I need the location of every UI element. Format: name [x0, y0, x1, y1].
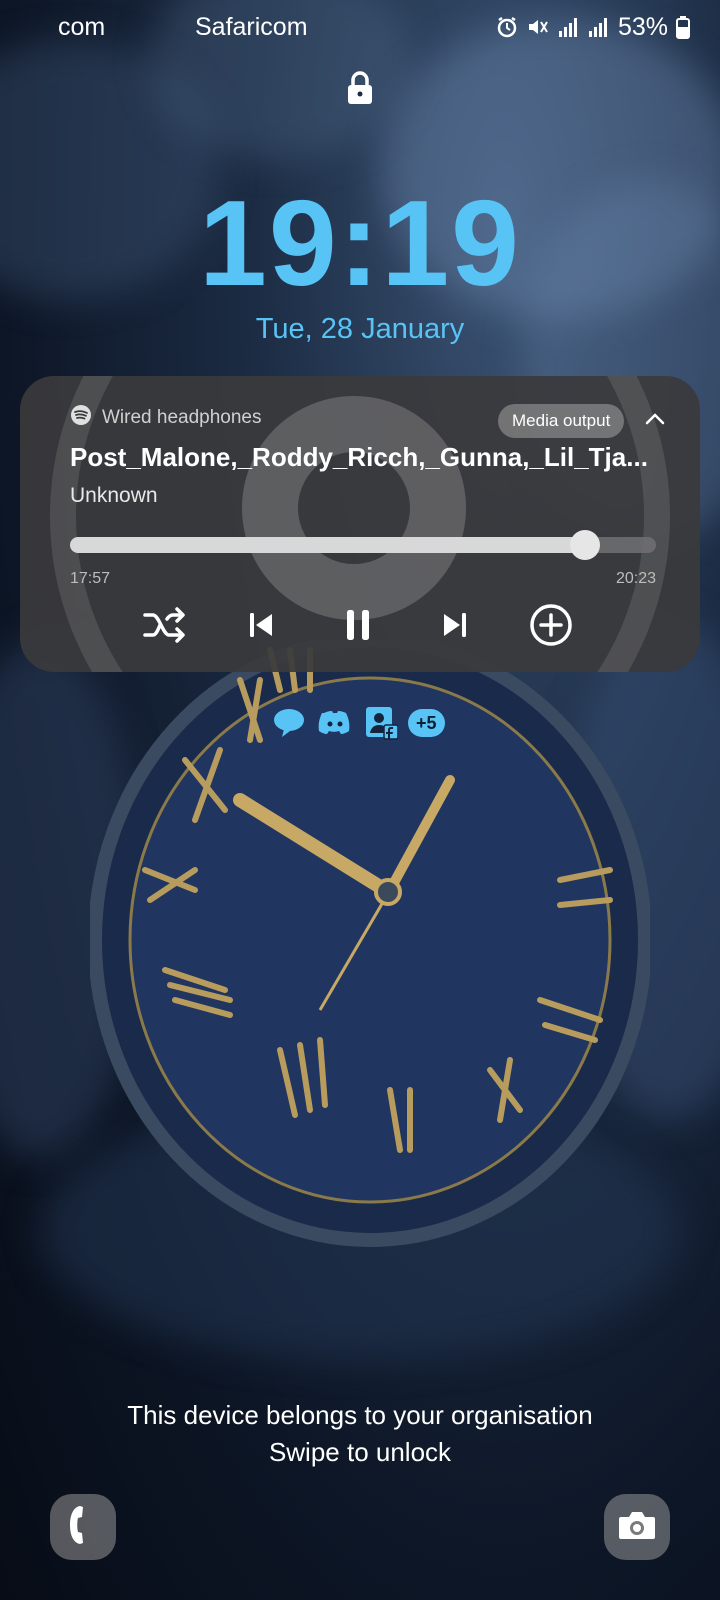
elapsed-time: 17:57 [70, 570, 111, 587]
lock-screen-date: Tue, 28 January [255, 313, 465, 345]
track-title: Post_Malone,_Roddy_Ricch,_Gunna,_Lil_Tja… [70, 442, 648, 472]
camera-shortcut-button[interactable] [604, 1494, 670, 1560]
carrier-label-secondary: Safaricom [195, 13, 308, 41]
camera-icon [617, 1509, 657, 1546]
more-notifications-badge: +5 [408, 709, 445, 737]
phone-icon [66, 1503, 100, 1552]
status-bar: com Safaricom 53% [0, 0, 720, 54]
seek-bar-thumb[interactable] [569, 530, 600, 560]
chevron-up-icon[interactable] [644, 408, 666, 435]
output-device-label: Wired headphones [102, 407, 262, 428]
alarm-icon [496, 16, 518, 38]
playback-controls [20, 598, 700, 652]
chat-bubble-icon [270, 704, 308, 742]
battery-icon [676, 15, 690, 39]
media-player-card[interactable]: Wired headphones Media output Post_Malon… [20, 376, 700, 672]
spotify-icon [70, 404, 92, 432]
organisation-notice: This device belongs to your organisation [127, 1400, 593, 1430]
add-icon[interactable] [524, 598, 578, 652]
status-icons: 53% [496, 0, 690, 54]
battery-percent: 53% [617, 13, 668, 41]
phone-shortcut-button[interactable] [50, 1494, 116, 1560]
previous-icon[interactable] [234, 598, 288, 652]
next-icon[interactable] [428, 598, 482, 652]
lock-screen-clock: 19:19 [198, 175, 522, 311]
notification-icons[interactable]: +5 [270, 704, 445, 742]
swipe-to-unlock-hint: Swipe to unlock [268, 1437, 452, 1467]
facebook-contacts-icon [362, 704, 400, 742]
discord-icon [316, 704, 354, 742]
carrier-label: com [58, 13, 106, 41]
seek-bar-progress [70, 537, 585, 553]
lock-icon [346, 70, 374, 111]
signal-icon [588, 16, 610, 38]
seek-bar[interactable] [70, 530, 656, 560]
pause-icon[interactable] [331, 598, 385, 652]
signal-icon [558, 16, 580, 38]
mute-vibrate-icon [526, 16, 550, 38]
media-source: Wired headphones [70, 404, 262, 432]
track-artist: Unknown [70, 484, 158, 507]
media-output-button[interactable]: Media output [498, 404, 625, 438]
total-duration: 20:23 [615, 570, 656, 587]
shuffle-icon[interactable] [138, 598, 192, 652]
